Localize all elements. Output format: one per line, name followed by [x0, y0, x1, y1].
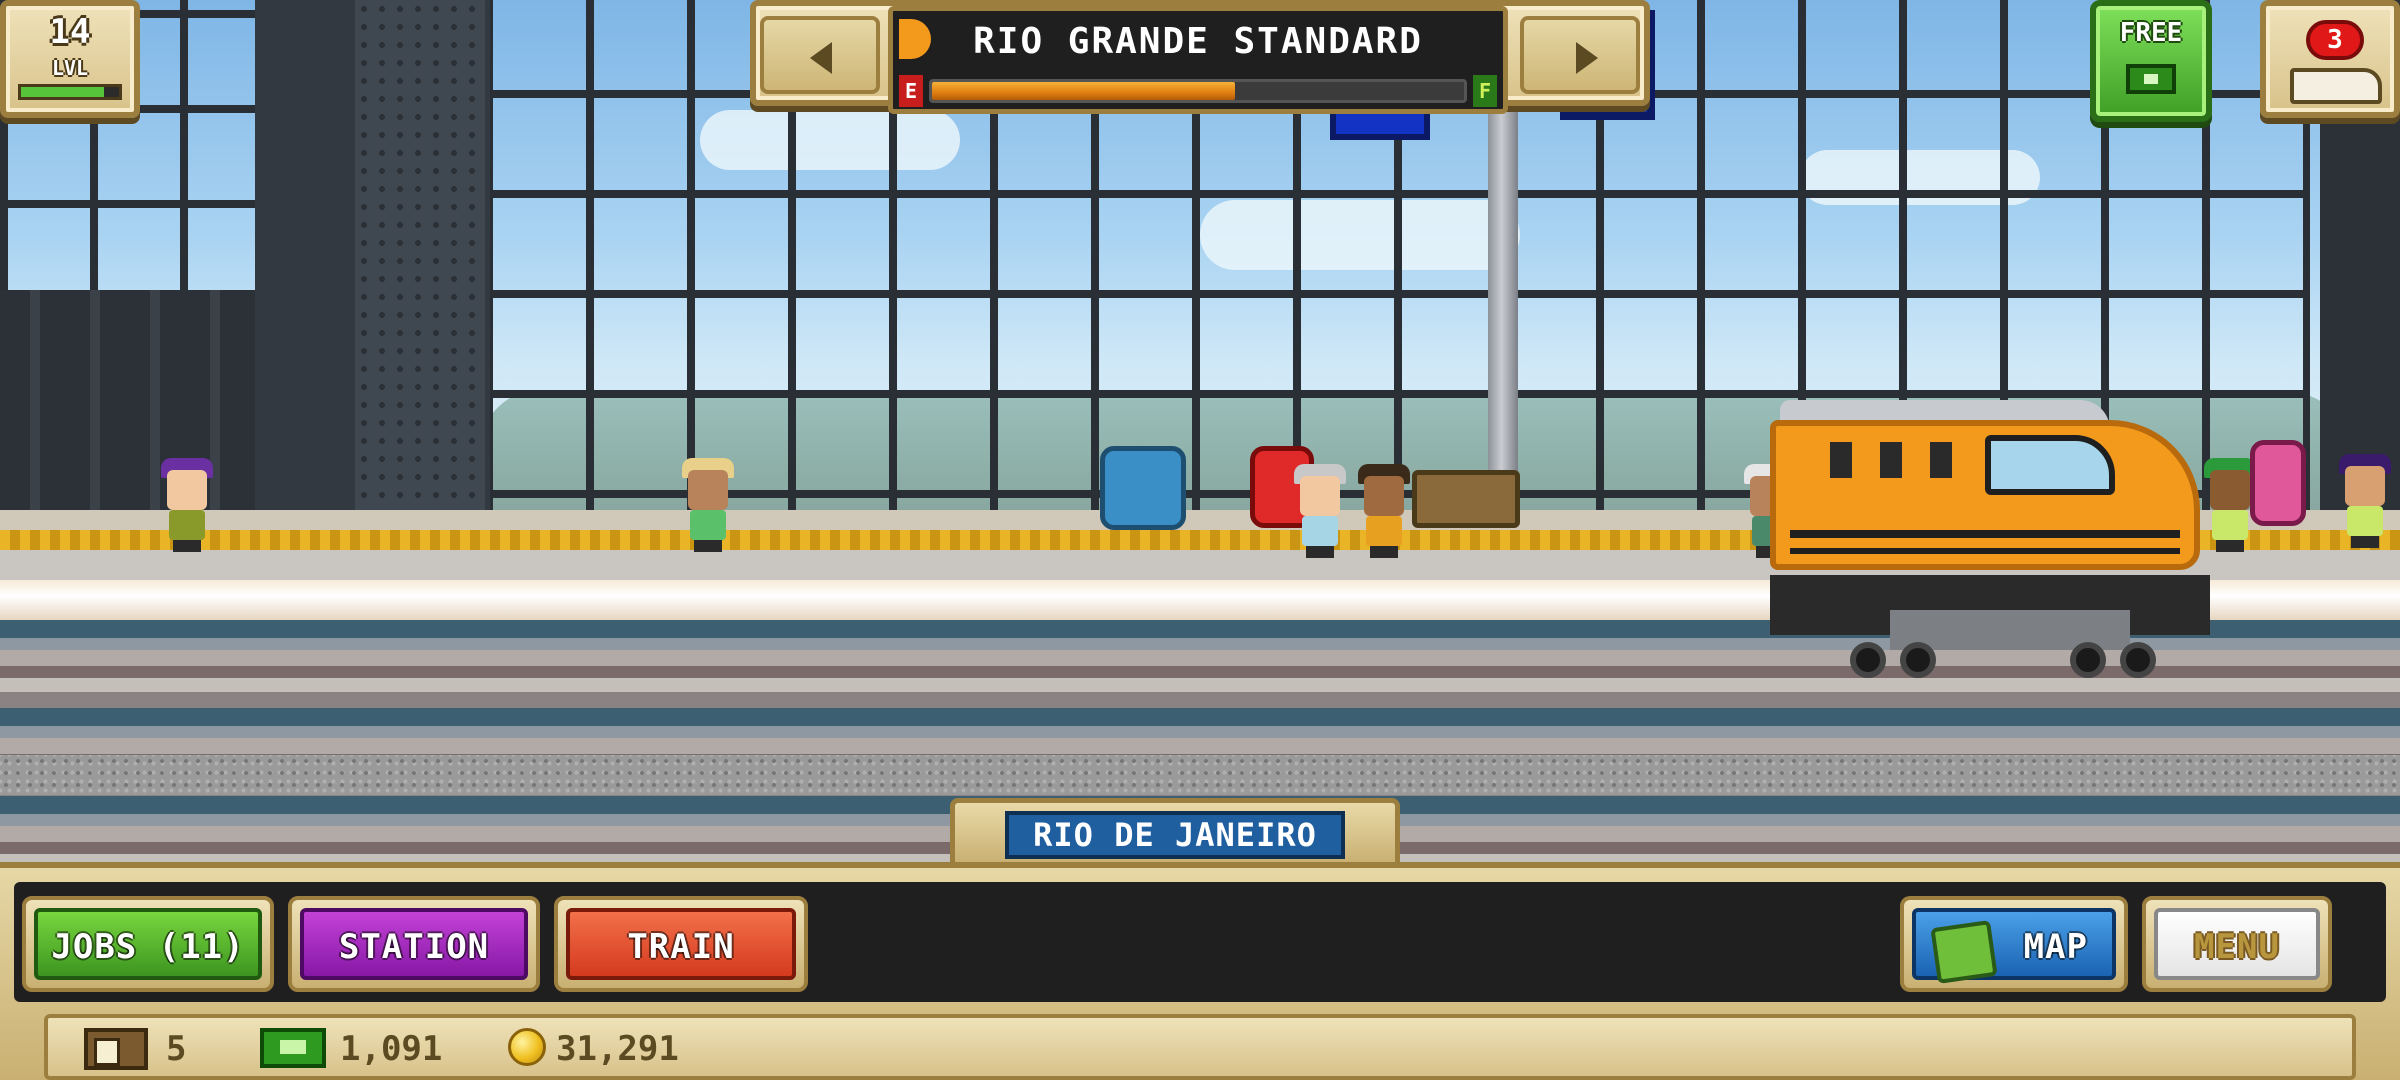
- coin-icon: [508, 1028, 546, 1066]
- crate-icon: [84, 1028, 148, 1070]
- xp-progress-bar: [18, 84, 122, 100]
- left-wall: [0, 290, 260, 520]
- next-train-button[interactable]: [1520, 16, 1640, 94]
- level-label: LVL: [51, 56, 89, 80]
- trains-notification-badge: 3: [2306, 20, 2364, 60]
- station-button[interactable]: STATION: [288, 896, 540, 992]
- map-icon: [1930, 920, 1998, 984]
- locomotive-icon: [2290, 68, 2382, 104]
- xp-progress-fill: [21, 87, 105, 97]
- passenger[interactable]: [678, 456, 738, 552]
- fuel-full-label: F: [1473, 75, 1497, 107]
- track-gravel: [0, 755, 2400, 795]
- bottom-bar: JOBS (11) STATION TRAIN MAP MENU 5 1,091…: [0, 862, 2400, 1080]
- station-name: RIO DE JANEIRO: [1005, 811, 1345, 859]
- blue-luggage: [1100, 446, 1186, 530]
- arrow-right-icon: [1576, 42, 1598, 74]
- passenger[interactable]: [1354, 462, 1414, 558]
- station-plate: RIO DE JANEIRO: [950, 798, 1400, 868]
- cash-count: 1,091: [340, 1029, 443, 1069]
- train-selector: RIO GRANDE STANDARD E F: [750, 0, 1650, 114]
- fuel-fill: [932, 82, 1236, 100]
- level-badge[interactable]: 14 LVL: [0, 0, 140, 118]
- jobs-button[interactable]: JOBS (11): [22, 896, 274, 992]
- fuel-track: [929, 79, 1467, 103]
- sign-pole: [1488, 80, 1518, 500]
- station-pillar-detail: [355, 0, 485, 520]
- menu-button[interactable]: MENU: [2142, 896, 2332, 992]
- jobs-button-label: JOBS (11): [34, 908, 262, 980]
- crate-count: 5: [166, 1029, 187, 1069]
- level-number: 14: [49, 12, 91, 52]
- passenger[interactable]: [2335, 452, 2395, 548]
- brown-suitcase: [1412, 470, 1520, 528]
- passenger[interactable]: [1290, 462, 1350, 558]
- train-button-label: TRAIN: [566, 908, 796, 980]
- train-button[interactable]: TRAIN: [554, 896, 808, 992]
- trains-button[interactable]: 3: [2260, 0, 2400, 118]
- train-title-panel: RIO GRANDE STANDARD E F: [888, 6, 1508, 114]
- previous-train-button[interactable]: [760, 16, 880, 94]
- cash-icon: [260, 1028, 326, 1068]
- train-name: RIO GRANDE STANDARD: [973, 21, 1423, 62]
- coin-count: 31,291: [556, 1029, 679, 1069]
- station-button-label: STATION: [300, 908, 528, 980]
- map-button[interactable]: MAP: [1900, 896, 2128, 992]
- pink-luggage: [2250, 440, 2306, 526]
- free-cash-button[interactable]: FREE: [2090, 0, 2212, 122]
- fuel-empty-label: E: [899, 75, 923, 107]
- cash-icon: [2126, 64, 2176, 94]
- arrow-left-icon: [810, 42, 832, 74]
- free-label: FREE: [2119, 18, 2183, 48]
- locomotive[interactable]: [1770, 380, 2230, 690]
- menu-button-label: MENU: [2154, 908, 2320, 980]
- passenger[interactable]: [157, 456, 217, 552]
- fuel-gauge: E F: [899, 75, 1497, 107]
- resource-bar: 5 1,091 31,291: [44, 1014, 2356, 1080]
